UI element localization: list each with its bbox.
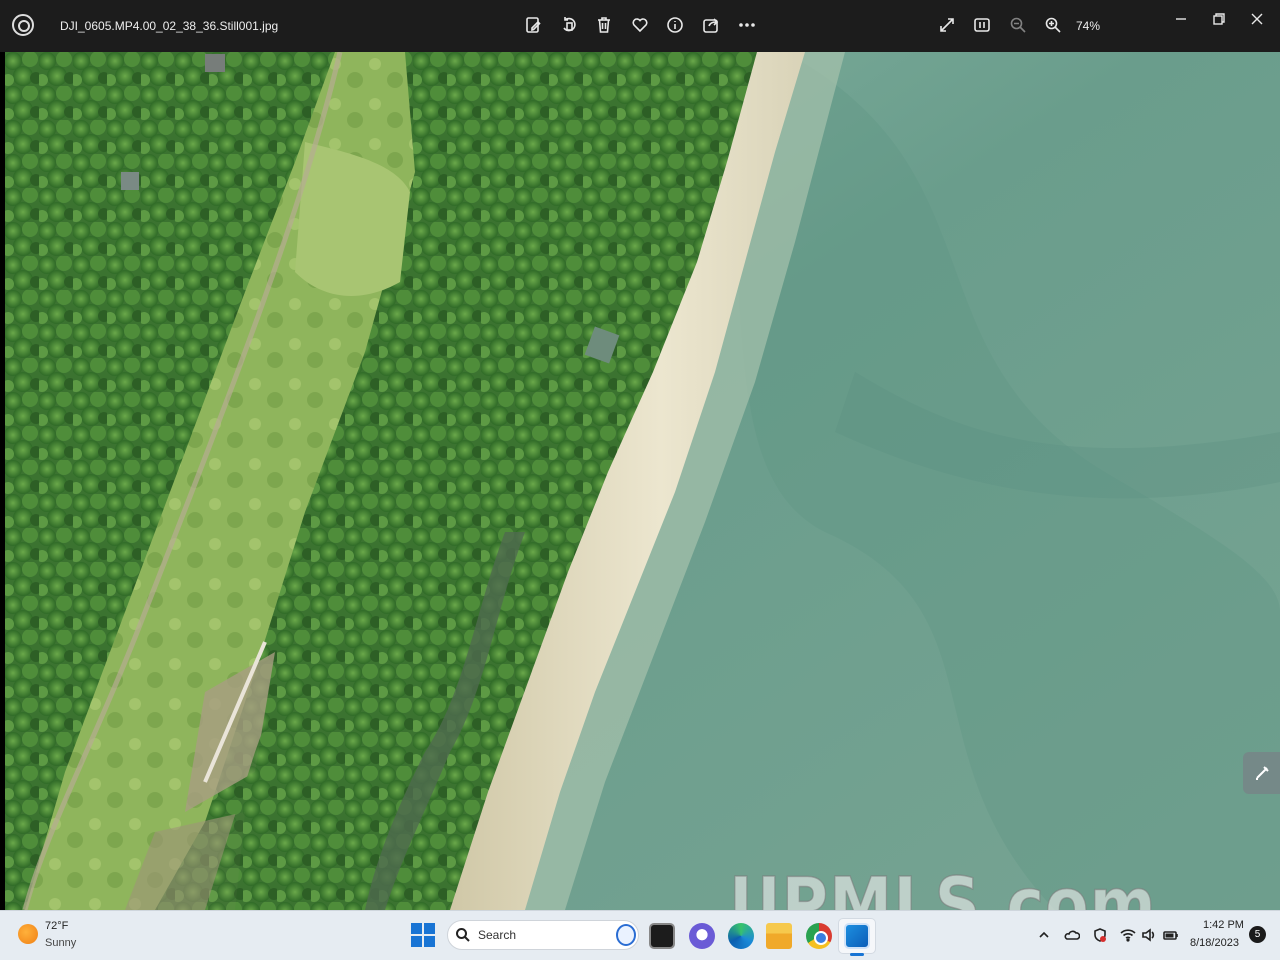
photos-app-icon [12,14,34,36]
aerial-photo[interactable]: UPMLS.com [5,52,1280,910]
edge-icon[interactable] [728,923,754,949]
search-input[interactable] [447,920,639,950]
weather-temperature[interactable]: 72°F [45,920,68,932]
chat-icon[interactable] [689,923,715,949]
volume-icon[interactable] [1141,927,1157,943]
zoom-in-icon[interactable] [1042,14,1064,36]
share-icon[interactable] [700,14,722,36]
restore-icon[interactable] [1204,6,1234,32]
photos-icon[interactable] [844,923,870,949]
rotate-icon[interactable] [558,14,580,36]
close-icon[interactable] [1242,6,1272,32]
aerial-shoreline-image [5,52,1280,910]
taskbar [0,910,1280,960]
sun-icon[interactable] [18,924,38,944]
watermark: UPMLS.com [728,861,1157,910]
minimize-icon[interactable] [1166,6,1196,32]
wifi-icon[interactable] [1120,927,1136,943]
more-icon[interactable] [736,14,758,36]
notification-badge[interactable]: 5 [1249,926,1266,943]
zoom-out-icon[interactable] [1007,14,1029,36]
fullscreen-icon[interactable] [936,14,958,36]
pen-tool-icon[interactable] [1243,752,1280,794]
search-label: Search [478,928,517,942]
security-icon[interactable] [1092,927,1108,943]
clock-time[interactable]: 1:42 PM [1203,919,1244,931]
edit-image-icon[interactable] [522,14,544,36]
clock-date[interactable]: 8/18/2023 [1190,937,1239,949]
onedrive-icon[interactable] [1064,927,1081,943]
file-name: DJI_0605.MP4.00_02_38_36.Still001.jpg [60,19,279,33]
search-icon [455,927,471,943]
start-icon[interactable] [411,923,435,947]
show-hidden-icon[interactable] [1036,927,1052,943]
zoom-level[interactable]: 74% [1076,19,1100,33]
title-bar: DJI_0605.MP4.00_02_38_36.Still001.jpg 74… [0,0,1280,52]
file-explorer-icon[interactable] [766,923,792,949]
active-indicator [850,953,864,956]
chrome-icon[interactable] [806,923,832,949]
bing-icon[interactable] [616,924,636,946]
delete-icon[interactable] [593,14,615,36]
terminal-icon[interactable] [649,923,675,949]
battery-icon[interactable] [1163,927,1179,943]
info-icon[interactable] [664,14,686,36]
fit-window-icon[interactable] [971,14,993,36]
favorite-icon[interactable] [629,14,651,36]
weather-condition[interactable]: Sunny [45,937,76,949]
